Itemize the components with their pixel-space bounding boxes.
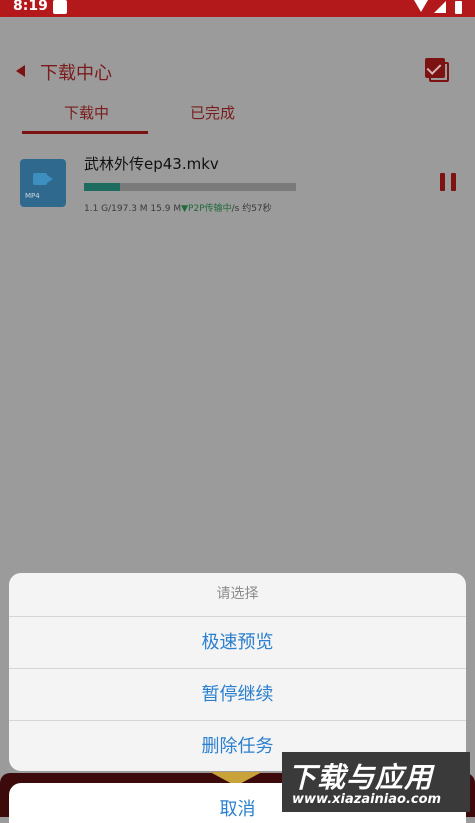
speed-eta: /s 约57秒	[231, 204, 272, 214]
tab-completed[interactable]: 已完成	[190, 102, 235, 123]
app-header: 下载中心	[0, 17, 475, 95]
p2p-status: ▼P2P传输中	[181, 204, 232, 214]
select-all-icon[interactable]	[425, 58, 449, 82]
fast-preview-button[interactable]: 极速预览	[9, 617, 466, 669]
sheet-title: 请选择	[9, 573, 466, 617]
download-meta: 1.1 G/197.3 M 15.9 M▼P2P传输中/s 约57秒	[84, 201, 272, 214]
status-time: 8:19	[13, 0, 48, 14]
size-info: 1.1 G/197.3 M 15.9 M	[84, 204, 182, 214]
battery-icon	[455, 1, 462, 14]
action-sheet: 请选择 极速预览 暂停继续 删除任务	[9, 573, 466, 771]
watermark-main-text: 下载与应用	[288, 761, 434, 794]
progress-bar	[84, 183, 296, 191]
watermark-logo: 下载与应用 www.xiazainiao.com	[282, 752, 470, 812]
file-type-label: MP4	[25, 192, 40, 200]
pause-icon[interactable]	[440, 173, 458, 191]
file-name: 武林外传ep43.mkv	[84, 155, 219, 173]
video-file-icon: MP4	[20, 159, 66, 207]
back-icon[interactable]	[16, 65, 25, 77]
notification-icon	[53, 0, 67, 14]
progress-fill	[84, 183, 121, 191]
wifi-icon	[414, 0, 428, 12]
status-bar: 8:19	[0, 0, 475, 17]
page-title: 下载中心	[40, 63, 112, 84]
tab-bar: 下载中 已完成	[0, 95, 475, 135]
pause-resume-button[interactable]: 暂停继续	[9, 669, 466, 721]
tab-indicator	[22, 131, 148, 134]
tab-downloading[interactable]: 下载中	[64, 102, 109, 123]
signal-icon	[434, 1, 446, 13]
watermark-url: www.xiazainiao.com	[292, 792, 442, 807]
download-item[interactable]: MP4 武林外传ep43.mkv 1.1 G/197.3 M 15.9 M▼P2…	[0, 145, 475, 225]
